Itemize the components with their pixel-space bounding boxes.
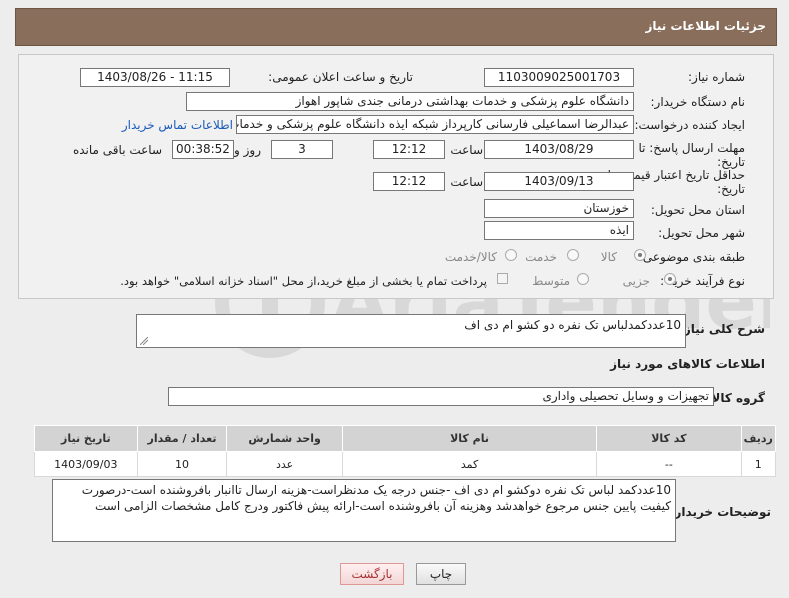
province-label: استان محل تحویل: <box>650 203 745 217</box>
buyer-notes-field: 10عددکمد لباس تک نفره دوکشو ام دی اف -جن… <box>52 479 676 542</box>
buyer-notes-text: 10عددکمد لباس تک نفره دوکشو ام دی اف -جن… <box>81 483 671 513</box>
validity-time-field: 12:12 <box>373 172 445 191</box>
remaining-label: ساعت باقی مانده <box>72 143 162 157</box>
cell-quantity: 10 <box>136 451 228 477</box>
category-radio-goods[interactable] <box>634 249 646 261</box>
process-option-medium: متوسط <box>532 274 570 288</box>
col-quantity: تعداد / مقدار <box>136 425 228 452</box>
validity-time-label: ساعت <box>450 175 483 189</box>
treasury-payment-note: پرداخت تمام یا بخشی از مبلغ خرید،از محل … <box>120 274 487 288</box>
description-label: شرح کلی نیاز: <box>679 322 765 336</box>
buyer-label: نام دستگاه خریدار: <box>650 95 746 109</box>
creator-field: عبدالرضا اسماعیلی فارسانی کارپرداز شبکه … <box>236 115 634 134</box>
need-number-field: 1103009025001703 <box>484 68 634 87</box>
col-unit: واحد شمارش <box>226 425 343 452</box>
resize-handle-icon[interactable] <box>140 337 148 345</box>
buyer-notes-label: توضیحات خریدار: <box>669 505 771 519</box>
col-need-date: تاریخ نیاز <box>34 425 138 452</box>
validity-date-label: تاریخ: <box>717 182 745 196</box>
goods-section-title: اطلاعات کالاهای مورد نیاز <box>610 357 765 371</box>
print-button[interactable]: چاپ <box>416 563 466 585</box>
category-option-both: کالا/خدمت <box>444 250 497 264</box>
page-title: جزئیات اطلاعات نیاز <box>645 19 766 33</box>
goods-group-label: گروه کالا: <box>706 391 765 405</box>
contact-info-link[interactable]: اطلاعات تماس خریدار <box>122 118 233 132</box>
process-radio-medium[interactable] <box>577 273 589 285</box>
description-text: 10عددکمدلباس تک نفره دو کشو ام دی اف <box>464 318 681 332</box>
announce-datetime-field: 1403/08/26 - 11:15 <box>80 68 230 87</box>
goods-table: تاریخ نیاز تعداد / مقدار واحد شمارش نام … <box>34 425 777 477</box>
days-label: روز و <box>234 143 261 157</box>
need-number-label: شماره نیاز: <box>688 70 745 84</box>
table-row: 1403/09/03 10 عدد کمد -- 1 <box>34 451 777 477</box>
deadline-date-field: 1403/08/29 <box>484 140 634 159</box>
announce-label: تاریخ و ساعت اعلان عمومی: <box>268 70 413 84</box>
remaining-time-field: 00:38:52 <box>172 140 234 159</box>
process-radio-minor[interactable] <box>664 273 676 285</box>
category-option-goods: کالا <box>600 250 617 264</box>
buyer-field: دانشگاه علوم پزشکی و خدمات بهداشتی درمان… <box>186 92 634 111</box>
cell-goods-code: -- <box>596 451 742 477</box>
creator-label: ایجاد کننده درخواست: <box>634 118 745 132</box>
process-option-minor: جزیی <box>622 274 650 288</box>
page-header: جزئیات اطلاعات نیاز <box>15 8 777 46</box>
cell-row-number: 1 <box>740 451 777 477</box>
deadline-date-label: تاریخ: <box>717 155 745 169</box>
category-radio-both[interactable] <box>505 249 517 261</box>
col-row-number: ردیف <box>740 425 777 452</box>
category-option-service: خدمت <box>525 250 557 264</box>
description-field: 10عددکمدلباس تک نفره دو کشو ام دی اف <box>136 314 686 348</box>
days-field: 3 <box>271 140 333 159</box>
province-field: خوزستان <box>484 199 634 218</box>
category-radio-service[interactable] <box>567 249 579 261</box>
city-field: ایذه <box>484 221 634 240</box>
goods-group-field: تجهیزات و وسایل تحصیلی واداری <box>168 387 714 406</box>
cell-goods-name: کمد <box>341 451 598 477</box>
deadline-time-label: ساعت <box>450 143 483 157</box>
back-button[interactable]: بازگشت <box>340 563 404 585</box>
treasury-payment-checkbox[interactable] <box>497 273 508 284</box>
col-goods-name: نام کالا <box>341 425 598 452</box>
cell-need-date: 1403/09/03 <box>34 451 138 477</box>
deadline-label: مهلت ارسال پاسخ: تا <box>638 141 745 155</box>
table-header-row: تاریخ نیاز تعداد / مقدار واحد شمارش نام … <box>34 425 777 452</box>
validity-date-field: 1403/09/13 <box>484 172 634 191</box>
city-label: شهر محل تحویل: <box>658 226 745 240</box>
deadline-time-field: 12:12 <box>373 140 445 159</box>
cell-unit: عدد <box>226 451 343 477</box>
category-label: طبقه بندی موضوعی: <box>638 250 745 264</box>
col-goods-code: کد کالا <box>596 425 742 452</box>
